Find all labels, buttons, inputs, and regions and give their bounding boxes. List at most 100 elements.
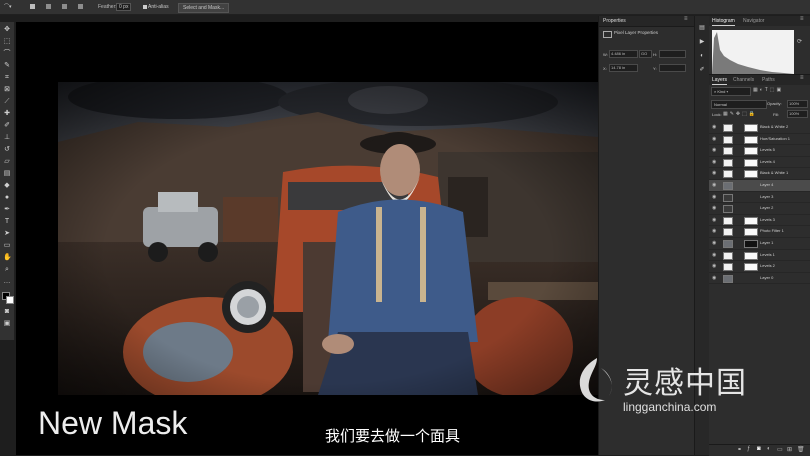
actions-panel-icon[interactable]: ▶ [698,38,706,46]
adjustments-panel-icon[interactable]: ◐ [698,52,706,60]
layer-mask-thumbnail[interactable] [744,124,758,132]
layer-row[interactable]: ◉ Levels 2 [709,261,810,273]
visibility-eye-icon[interactable]: ◉ [712,226,716,236]
layer-row[interactable]: ◉ Hue/Saturation 1 [709,134,810,146]
fill-field[interactable]: 100% [787,110,808,118]
tab-properties[interactable]: Properties [603,18,626,24]
visibility-eye-icon[interactable]: ◉ [712,145,716,155]
screen-mode-icon[interactable]: ▣ [3,320,11,328]
brush-tool-icon[interactable]: ✐ [3,122,11,130]
select-and-mask-button[interactable]: Select and Mask... [178,3,230,13]
y-field[interactable] [659,64,686,72]
layers-menu-icon[interactable]: ≡ [800,75,804,81]
visibility-eye-icon[interactable]: ◉ [712,168,716,178]
layer-row[interactable]: ◉ Black & White 2 [709,122,810,134]
layer-row[interactable]: ◉ Photo Filter 1 [709,226,810,238]
filter-type-icons[interactable]: ▦◐T⬚▣ [753,87,783,93]
type-tool-icon[interactable]: T [3,218,11,226]
panel-menu-icon[interactable]: ≡ [684,16,688,22]
lock-icons[interactable]: ▦✎✥⬚🔒 [723,111,757,117]
layer-mask-thumbnail[interactable] [744,158,758,167]
visibility-eye-icon[interactable]: ◉ [712,157,716,167]
layer-mask-thumbnail[interactable] [744,147,758,156]
quick-mask-icon[interactable]: ◙ [3,308,11,316]
healing-brush-tool-icon[interactable]: ✚ [3,110,11,118]
lasso-tool-icon[interactable]: ⌒ [3,50,11,58]
more-tools-icon[interactable]: … [3,278,11,286]
hand-tool-icon[interactable]: ✋ [3,254,12,262]
link-layers-icon[interactable]: ⚭ [737,446,742,453]
x-field[interactable]: 14.78 in [609,64,638,72]
layer-row[interactable]: ◉ Black & White 1 [709,168,810,180]
blend-mode-select[interactable]: Normal [711,100,767,109]
visibility-eye-icon[interactable]: ◉ [712,273,716,283]
histogram-menu-icon[interactable]: ≡ [800,16,804,22]
add-selection-icon[interactable] [46,4,51,9]
frame-tool-icon[interactable]: ⊠ [3,86,11,94]
eraser-tool-icon[interactable]: ▱ [3,158,11,166]
path-select-tool-icon[interactable]: ➤ [3,230,11,238]
crop-tool-icon[interactable]: ⌗ [3,74,11,82]
visibility-eye-icon[interactable]: ◉ [712,261,716,271]
layer-mask-thumbnail[interactable] [744,239,758,248]
opacity-field[interactable]: 100% [787,100,808,108]
histogram-refresh-icon[interactable]: ⟳ [797,38,802,45]
link-proportions-button[interactable]: GO [639,50,652,58]
quick-select-tool-icon[interactable]: ✎ [3,62,11,70]
antialias-checkbox[interactable]: Anti-alias [143,3,169,11]
layer-row[interactable]: ◉ Layer 1 [709,238,810,250]
layer-mask-thumbnail[interactable] [744,170,758,179]
height-field[interactable] [659,50,686,58]
lasso-tool-preset-icon[interactable]: ⌒▾ [4,3,12,11]
intersect-selection-icon[interactable] [78,4,83,9]
layer-style-icon[interactable]: ƒ [747,446,750,452]
width-field[interactable]: 4.486 in [609,50,638,58]
new-layer-icon[interactable]: ⊞ [787,446,792,453]
delete-layer-icon[interactable]: 🗑 [797,446,805,453]
document-canvas[interactable]: New Mask 我们要去做一个面具 [16,22,598,455]
layer-mask-thumbnail[interactable] [744,135,758,144]
visibility-eye-icon[interactable]: ◉ [712,134,716,144]
layer-row[interactable]: ◉ Levels 5 [709,145,810,157]
visibility-eye-icon[interactable]: ◉ [712,203,716,213]
layer-row[interactable]: ◉ Layer 3 [709,192,810,204]
visibility-eye-icon[interactable]: ◉ [712,180,716,190]
marquee-tool-icon[interactable]: ⬚ [3,38,11,46]
pen-tool-icon[interactable]: ✒ [3,206,11,214]
new-group-icon[interactable]: ▭ [777,446,783,453]
gradient-tool-icon[interactable]: ▤ [3,170,11,178]
layer-mask-thumbnail[interactable] [744,216,758,225]
visibility-eye-icon[interactable]: ◉ [712,238,716,248]
history-brush-tool-icon[interactable]: ↺ [3,146,11,154]
layer-mask-thumbnail[interactable] [744,251,758,260]
layer-row[interactable]: ◉ Levels 4 [709,157,810,169]
layer-row[interactable]: ◉ Levels 1 [709,250,810,262]
visibility-eye-icon[interactable]: ◉ [712,215,716,225]
feather-input[interactable]: 0 px [116,3,132,11]
new-adjustment-icon[interactable]: ◐ [767,446,771,452]
dodge-tool-icon[interactable]: ● [3,194,11,202]
tab-layers[interactable]: Layers [712,76,728,85]
add-mask-icon[interactable]: ◙ [757,446,761,452]
eyedropper-tool-icon[interactable]: ⟋ [3,98,11,106]
layer-filter-select[interactable]: ⌕ Kind ▾ [711,87,751,96]
tab-paths[interactable]: Paths [762,76,775,84]
visibility-eye-icon[interactable]: ◉ [712,192,716,202]
layer-row[interactable]: ◉ Layer 4 [709,179,810,192]
zoom-tool-icon[interactable]: ⌕ [3,266,11,274]
brush-panel-icon[interactable]: ✐ [698,66,706,74]
tab-histogram[interactable]: Histogram [712,17,735,26]
clone-stamp-tool-icon[interactable]: ⊥ [3,134,11,142]
shape-tool-icon[interactable]: ▭ [3,242,11,250]
move-tool-icon[interactable]: ✥ [3,26,11,34]
layer-mask-thumbnail[interactable] [744,263,758,272]
visibility-eye-icon[interactable]: ◉ [712,250,716,260]
layer-row[interactable]: ◉ Layer 2 [709,203,810,215]
new-selection-icon[interactable] [30,4,35,9]
tab-navigator[interactable]: Navigator [743,17,764,25]
layer-row[interactable]: ◉ Levels 3 [709,215,810,227]
visibility-eye-icon[interactable]: ◉ [712,122,716,132]
tab-channels[interactable]: Channels [733,76,754,84]
blur-tool-icon[interactable]: ◆ [3,182,11,190]
layer-mask-thumbnail[interactable] [744,228,758,237]
